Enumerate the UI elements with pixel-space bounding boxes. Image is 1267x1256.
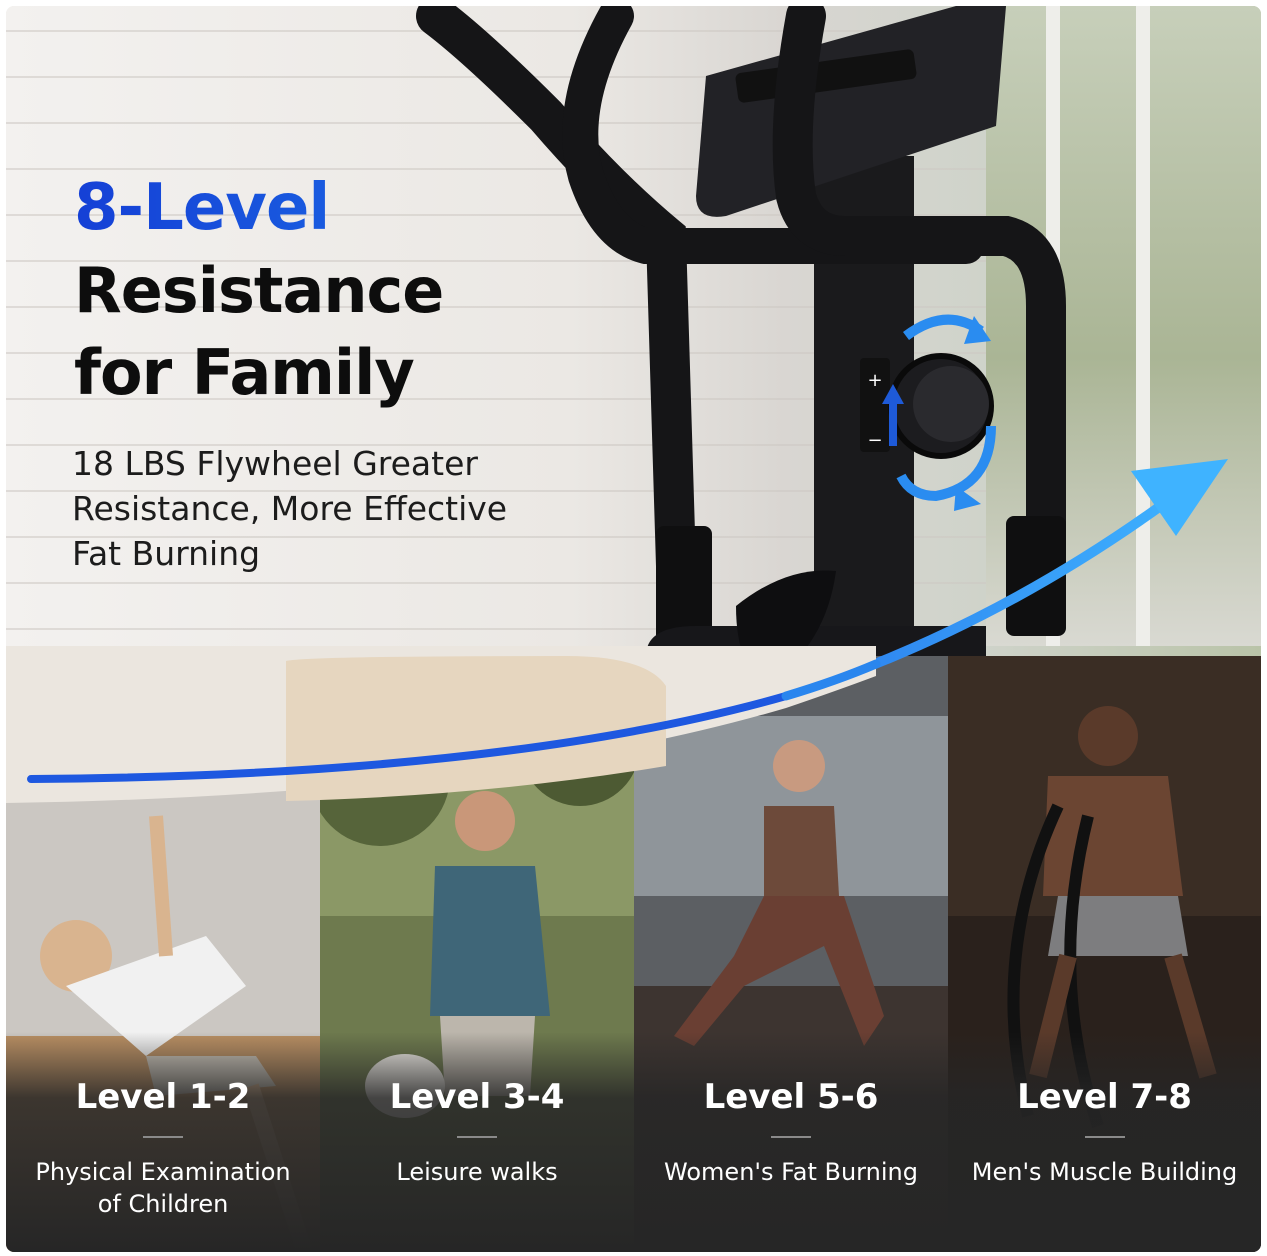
level-title: Level 3-4 <box>389 1077 565 1117</box>
level-divider <box>457 1136 497 1138</box>
level-description: Men's Muscle Building <box>971 1158 1238 1186</box>
level-label: Level 1-2 Physical Examination of Childr… <box>6 1076 320 1220</box>
level-title: Level 5-6 <box>703 1077 879 1117</box>
level-divider <box>143 1136 183 1138</box>
level-title: Level 1-2 <box>75 1077 251 1117</box>
wedge-sofa <box>286 656 666 801</box>
level-description: Women's Fat Burning <box>664 1158 918 1186</box>
level-label: Level 7-8 Men's Muscle Building <box>948 1076 1261 1188</box>
panel-top-wedge <box>6 646 881 803</box>
level-label: Level 5-6 Women's Fat Burning <box>634 1076 948 1188</box>
level-divider <box>1084 1136 1125 1138</box>
level-description: Physical Examination of Children <box>35 1158 291 1218</box>
infographic-frame: + − 8-Level Resistance for Family 18 LBS… <box>6 6 1261 1252</box>
level-title: Level 7-8 <box>1017 1077 1192 1117</box>
level-description: Leisure walks <box>396 1158 558 1186</box>
level-divider <box>771 1136 811 1138</box>
product-infographic: + − 8-Level Resistance for Family 18 LBS… <box>0 0 1267 1256</box>
level-label: Level 3-4 Leisure walks <box>320 1076 634 1188</box>
